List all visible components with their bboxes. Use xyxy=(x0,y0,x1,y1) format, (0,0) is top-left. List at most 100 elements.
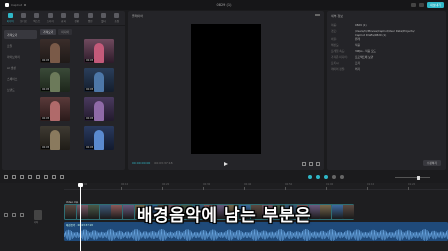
duration-badge: 00:05 xyxy=(85,59,95,62)
thumbnail-figure xyxy=(94,43,104,63)
duration-badge: 00:05 xyxy=(41,59,51,62)
player-header: 플레이어 xyxy=(132,14,144,18)
select-icon[interactable] xyxy=(4,175,8,179)
toolbar-item[interactable]: 텍스트 xyxy=(32,13,42,23)
sidebar-item[interactable]: 브랜드 xyxy=(4,85,37,94)
split-icon[interactable] xyxy=(28,175,32,179)
toolbar-item[interactable]: 필터 xyxy=(98,13,108,23)
delete-icon[interactable] xyxy=(52,175,56,179)
detail-value: /Users/hi/Movies/CapCut/User Data/Projec… xyxy=(355,29,415,38)
toolbar-label: 전환 xyxy=(74,20,80,23)
toolbar-glyph-icon xyxy=(20,13,26,18)
toolbar-item[interactable]: 오디오 xyxy=(18,13,28,23)
preview-axis-icon[interactable] xyxy=(324,175,328,179)
detail-key: 레이어 정렬: xyxy=(331,67,346,72)
toolbar-item[interactable]: 스티커 xyxy=(45,13,55,23)
magnet-icon[interactable] xyxy=(308,175,312,179)
layout-icon[interactable] xyxy=(410,3,416,7)
thumbnail-figure xyxy=(50,101,60,121)
zoom-slider[interactable] xyxy=(395,175,430,180)
duration-badge: 00:05 xyxy=(41,117,51,120)
tab-media[interactable]: 미디어 xyxy=(58,29,73,35)
ruler-tick: 00:40 xyxy=(244,183,252,190)
timeline-toolbar xyxy=(0,172,448,182)
toolbar-glyph-icon xyxy=(74,13,80,18)
detail-value: 켜기 xyxy=(355,67,360,72)
ruler-tick: 00:20 xyxy=(162,183,170,190)
thumbnail-figure xyxy=(94,101,104,121)
sidebar-item[interactable]: AI 생성 xyxy=(4,63,37,72)
media-thumbnail[interactable]: 00:05 xyxy=(40,97,70,121)
media-thumbnail[interactable]: 00:05 xyxy=(84,68,114,92)
sidebar-item[interactable]: 스페이스 xyxy=(4,74,37,83)
media-thumbnail[interactable]: 00:05 xyxy=(84,39,114,63)
title-bar: CapCut 0829 (1) 내보내기 xyxy=(0,0,448,10)
toolbar-label: 효과 xyxy=(61,20,66,23)
snap-icon[interactable] xyxy=(332,175,336,179)
export-button[interactable]: 내보내기 xyxy=(426,2,444,8)
thumbnail-figure xyxy=(94,130,104,150)
preview-screen[interactable] xyxy=(191,24,261,154)
crop-icon[interactable] xyxy=(302,162,306,166)
thumbnail-figure xyxy=(94,72,104,92)
shield-icon[interactable] xyxy=(60,175,64,179)
ruler-tick: 00:30 xyxy=(203,183,211,190)
media-subtabs: 가져오기 미디어 xyxy=(40,29,73,35)
sidebar-item[interactable]: 로컬 xyxy=(4,41,37,50)
delete-left-icon[interactable] xyxy=(36,175,40,179)
modify-button[interactable]: 수정하기 xyxy=(422,160,441,166)
media-thumbnail[interactable]: 00:05 xyxy=(40,39,70,63)
media-thumbnail[interactable]: 00:05 xyxy=(40,68,70,92)
details-rows: 이름: 0829 (1) 경로:/Users/hi/Movies/CapCut/Us… xyxy=(331,23,442,73)
media-thumbnail[interactable]: 00:05 xyxy=(84,126,114,150)
sidebar-item[interactable]: 라이브러리 xyxy=(4,52,37,61)
toolbar-item[interactable]: 미디어 xyxy=(5,13,15,23)
timecode: 00:00:00:00 00:03:37:18 xyxy=(132,161,173,165)
window-title: 0829 (1) xyxy=(216,3,232,7)
ratio-icon[interactable] xyxy=(309,162,313,166)
toolbar-label: 필터 xyxy=(101,20,106,23)
media-sidebar: 가져오기로컬라이브러리 AI 생성스페이스브랜드 xyxy=(4,28,37,94)
play-icon[interactable] xyxy=(224,162,228,166)
tab-import[interactable]: 가져오기 xyxy=(40,29,57,35)
thumbnail-figure xyxy=(50,130,60,150)
ruler-tick: 00:50 xyxy=(285,183,293,190)
toolbar-label: 텍스트 xyxy=(33,20,41,23)
details-header: 세부 정보 xyxy=(331,14,343,18)
media-thumbnail[interactable]: 00:05 xyxy=(40,126,70,150)
redo-icon[interactable] xyxy=(20,175,24,179)
duration-badge: 00:05 xyxy=(41,146,51,149)
toolbar-item[interactable]: 효과 xyxy=(58,13,68,23)
delete-right-icon[interactable] xyxy=(44,175,48,179)
detail-key: 경로: xyxy=(331,29,337,33)
undo-icon[interactable] xyxy=(12,175,16,179)
media-thumbnail[interactable]: 00:05 xyxy=(84,97,114,121)
settings-icon[interactable] xyxy=(418,3,424,7)
toolbar-item[interactable]: 전환 xyxy=(72,13,82,23)
player-panel: 플레이어 00:00:00:00 00:03:37:18 xyxy=(128,11,324,170)
toolbar-label: 캡션 xyxy=(87,20,93,23)
sidebar-item[interactable]: 가져오기 xyxy=(4,30,37,39)
fullscreen-icon[interactable] xyxy=(316,162,320,166)
zoom-knob[interactable] xyxy=(417,175,420,180)
fit-icon[interactable] xyxy=(340,175,344,179)
toolbar-glyph-icon xyxy=(47,13,53,18)
toolbar-label: 조정 xyxy=(114,20,120,23)
player-menu-icon[interactable] xyxy=(315,14,320,16)
ruler-tick: 00:10 xyxy=(121,183,129,190)
toolbar-item[interactable]: 캡션 xyxy=(85,13,95,23)
duration-badge: 00:05 xyxy=(85,146,95,149)
subtitle-caption: 배경음악에 남는 부분은 xyxy=(136,206,312,226)
detail-row: 레이어 정렬: 켜기 xyxy=(331,67,442,73)
thumbnail-figure xyxy=(50,43,60,63)
time-ruler[interactable]: 00:00 00:10 00:20 00:30 00:40 00:50 01:00 01:10… xyxy=(64,183,448,190)
audio-waveform xyxy=(64,228,448,241)
toolbar-item[interactable]: 조정 xyxy=(112,13,122,23)
thumbnail-figure xyxy=(50,72,60,92)
ruler-tick: 01:10 xyxy=(367,183,375,190)
link-icon[interactable] xyxy=(316,175,320,179)
duration-badge: 00:05 xyxy=(41,88,51,91)
toolbar-label: 스티커 xyxy=(46,20,54,23)
details-panel: 세부 정보 이름: 0829 (1) 경로:/Users/hi/Movies/Cap… xyxy=(327,11,446,170)
media-grid: 00:05 00:05 00:05 00:05 00:05 00:05 00:05 00:05 xyxy=(40,39,118,150)
